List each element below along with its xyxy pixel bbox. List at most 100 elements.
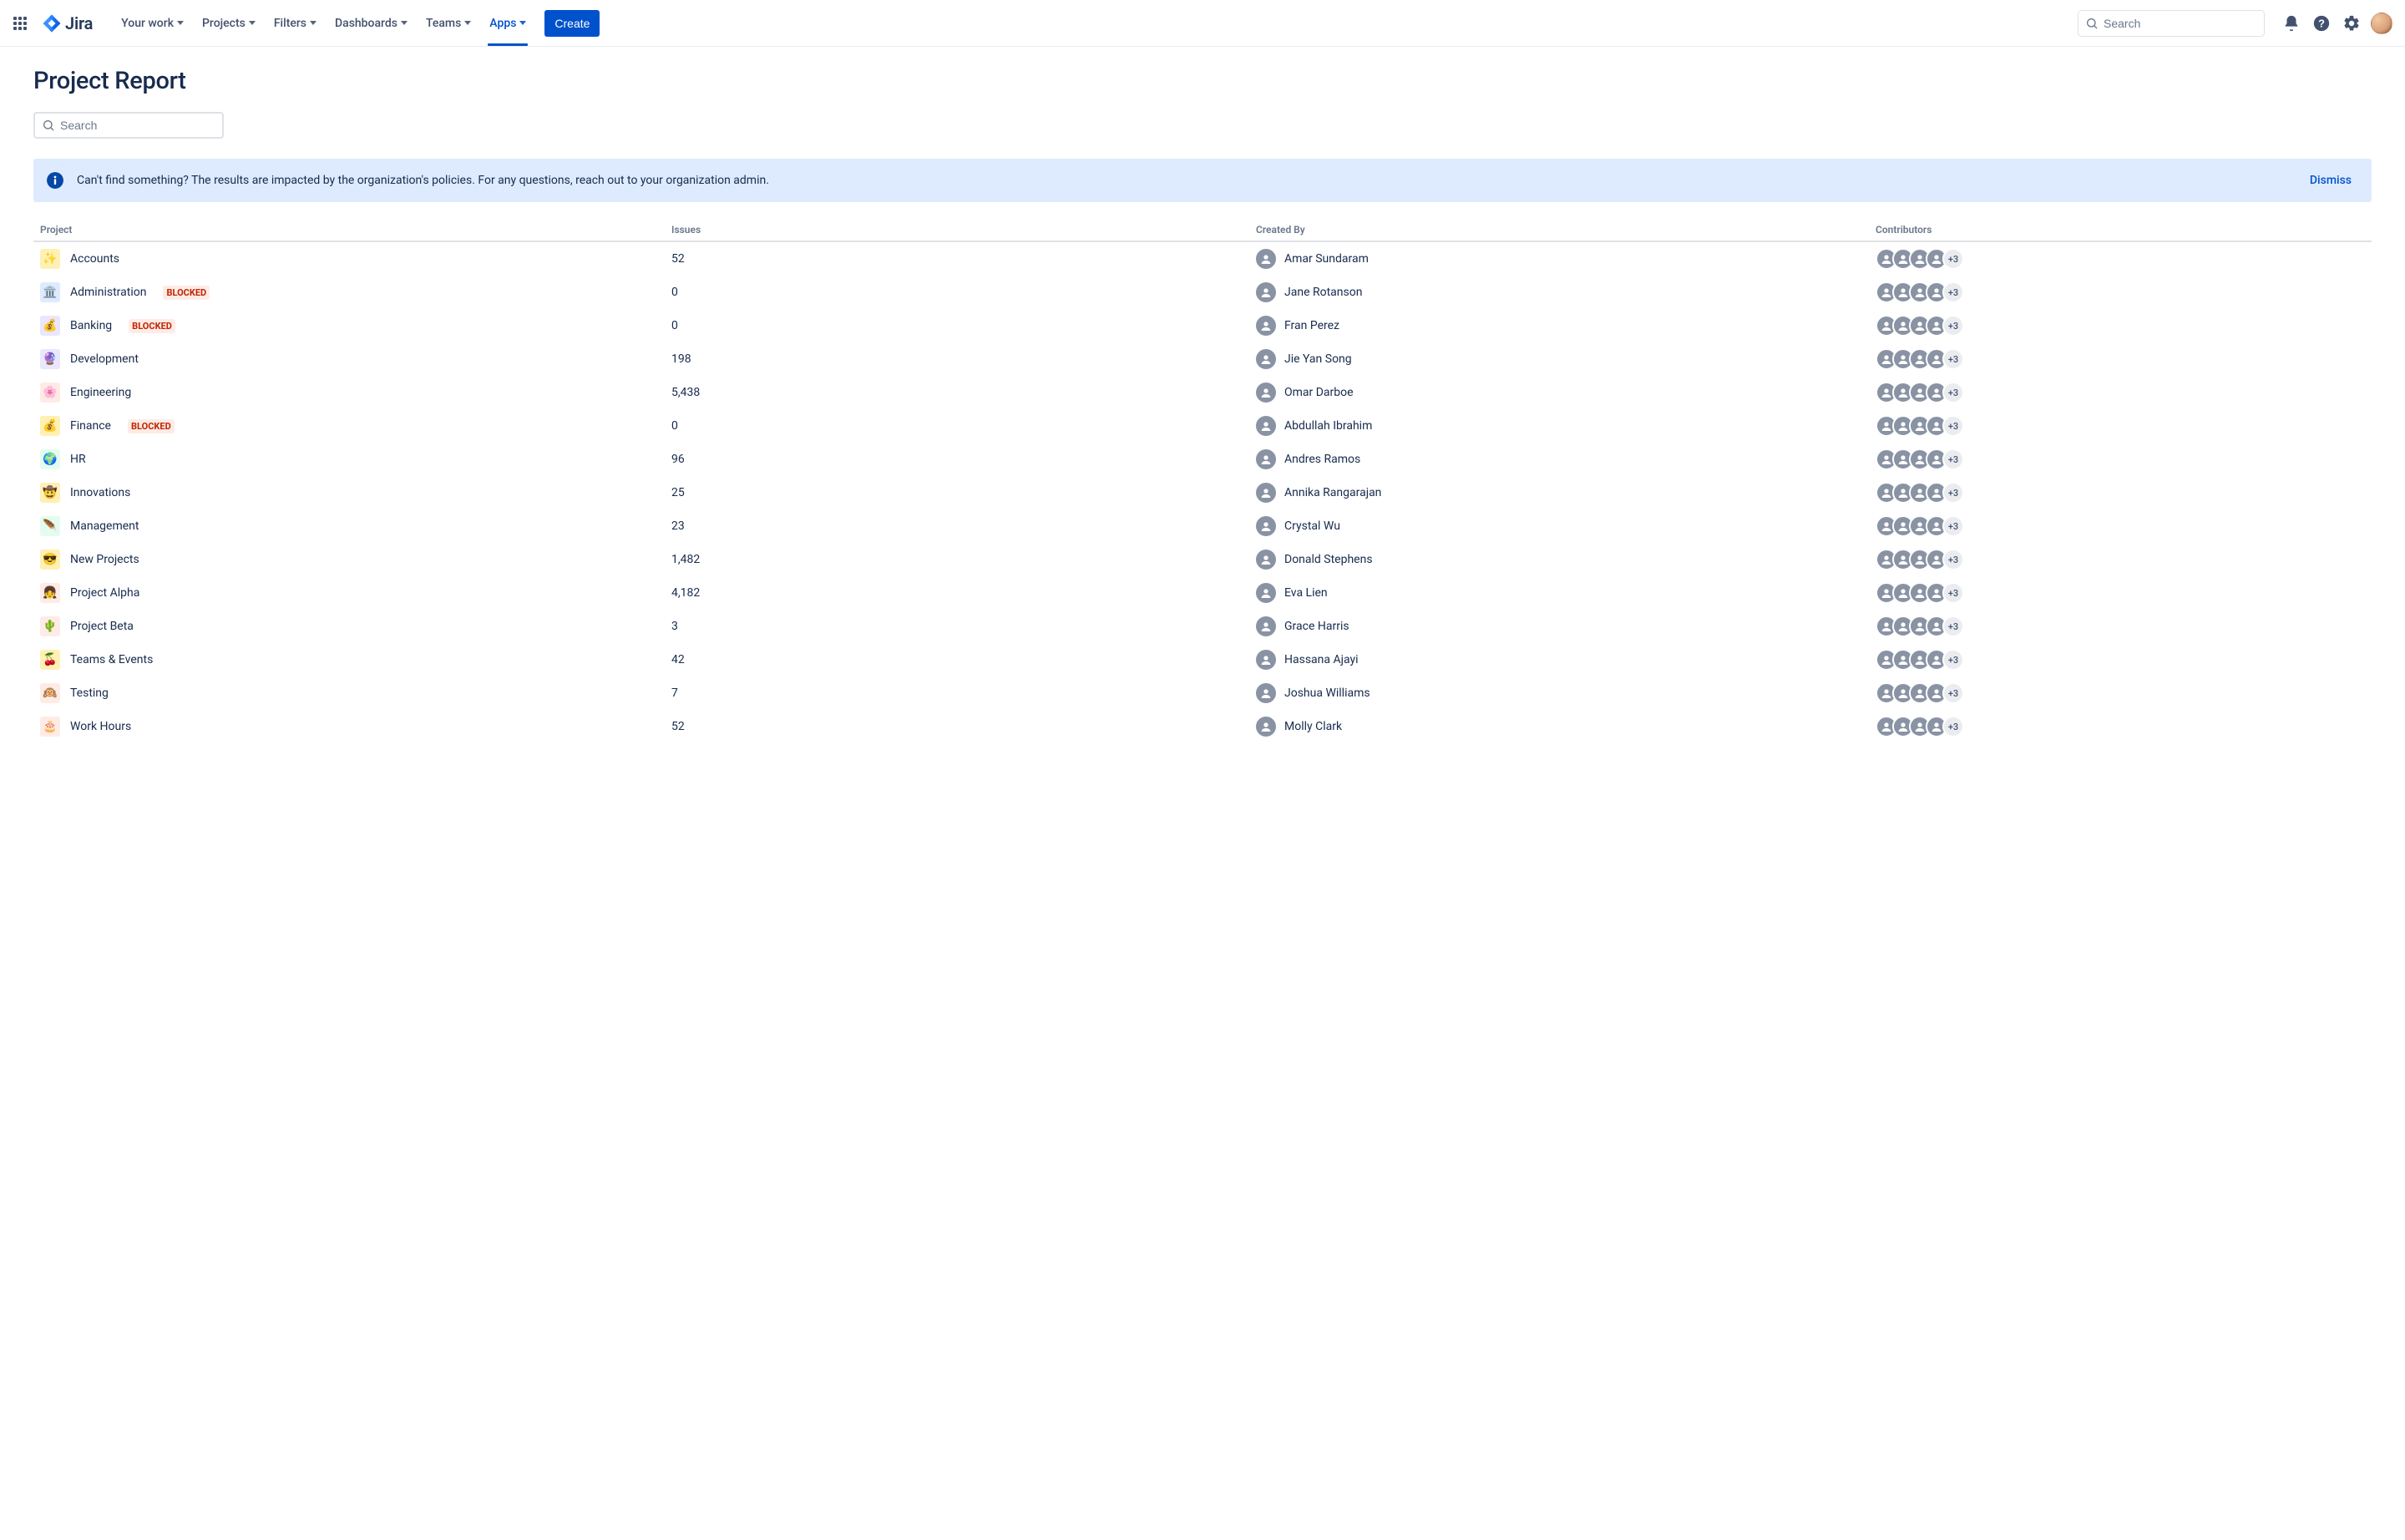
table-row[interactable]: 🤠Innovations25Annika Rangarajan+3 bbox=[33, 476, 2372, 509]
table-row[interactable]: 😎New Projects1,482Donald Stephens+3 bbox=[33, 543, 2372, 576]
table-row[interactable]: 👧Project Alpha4,182Eva Lien+3 bbox=[33, 576, 2372, 610]
creator-avatar bbox=[1256, 249, 1276, 269]
table-row[interactable]: 🌍HR96Andres Ramos+3 bbox=[33, 443, 2372, 476]
chevron-down-icon bbox=[464, 21, 471, 25]
table-row[interactable]: 🙉Testing7Joshua Williams+3 bbox=[33, 676, 2372, 710]
nav-item-projects[interactable]: Projects bbox=[194, 0, 264, 46]
project-name: Engineering bbox=[70, 386, 131, 399]
contributor-more-count[interactable]: +3 bbox=[1942, 415, 1964, 437]
contributor-more-count[interactable]: +3 bbox=[1942, 448, 1964, 470]
profile-button[interactable] bbox=[2368, 10, 2395, 37]
blocked-lozenge: BLOCKED bbox=[129, 319, 175, 333]
contributor-more-count[interactable]: +3 bbox=[1942, 382, 1964, 403]
settings-button[interactable] bbox=[2338, 10, 2365, 37]
contributor-more-count[interactable]: +3 bbox=[1942, 348, 1964, 370]
contributor-more-count[interactable]: +3 bbox=[1942, 682, 1964, 704]
contributor-avatar-stack[interactable]: +3 bbox=[1876, 482, 1964, 504]
contributor-avatar-stack[interactable]: +3 bbox=[1876, 615, 1964, 637]
project-name: Innovations bbox=[70, 486, 130, 499]
project-icon: ✨ bbox=[40, 249, 60, 269]
col-header-created-by[interactable]: Created By bbox=[1249, 219, 1869, 241]
contributor-avatar-stack[interactable]: +3 bbox=[1876, 682, 1964, 704]
jira-logo[interactable]: Jira bbox=[42, 13, 93, 33]
contributor-more-count[interactable]: +3 bbox=[1942, 615, 1964, 637]
project-name: New Projects bbox=[70, 553, 139, 566]
nav-item-teams[interactable]: Teams bbox=[418, 0, 479, 46]
contributor-avatar-stack[interactable]: +3 bbox=[1876, 448, 1964, 470]
table-row[interactable]: 💰BankingBLOCKED0Fran Perez+3 bbox=[33, 309, 2372, 342]
nav-item-filters[interactable]: Filters bbox=[266, 0, 325, 46]
project-icon: 🌍 bbox=[40, 449, 60, 469]
page-search-input[interactable] bbox=[60, 119, 215, 132]
project-icon: 👧 bbox=[40, 583, 60, 603]
search-icon bbox=[2085, 17, 2099, 30]
contributor-avatar-stack[interactable]: +3 bbox=[1876, 716, 1964, 737]
contributor-more-count[interactable]: +3 bbox=[1942, 716, 1964, 737]
info-banner-dismiss[interactable]: Dismiss bbox=[2310, 174, 2352, 187]
help-button[interactable]: ? bbox=[2308, 10, 2335, 37]
contributor-avatar-stack[interactable]: +3 bbox=[1876, 582, 1964, 604]
table-row[interactable]: 🎂Work Hours52Molly Clark+3 bbox=[33, 710, 2372, 743]
creator-name: Omar Darboe bbox=[1284, 386, 1354, 399]
contributor-avatar-stack[interactable]: +3 bbox=[1876, 382, 1964, 403]
issues-count: 0 bbox=[665, 276, 1249, 309]
table-row[interactable]: 🍒Teams & Events42Hassana Ajayi+3 bbox=[33, 643, 2372, 676]
contributor-more-count[interactable]: +3 bbox=[1942, 515, 1964, 537]
table-row[interactable]: 🔮Development198Jie Yan Song+3 bbox=[33, 342, 2372, 376]
contributor-avatar-stack[interactable]: +3 bbox=[1876, 281, 1964, 303]
project-icon: 😎 bbox=[40, 550, 60, 570]
contributor-more-count[interactable]: +3 bbox=[1942, 482, 1964, 504]
nav-item-label: Apps bbox=[489, 17, 516, 30]
nav-utility-icons: ? bbox=[2278, 10, 2395, 37]
issues-count: 52 bbox=[665, 710, 1249, 743]
global-search[interactable] bbox=[2078, 10, 2265, 37]
project-name: Project Alpha bbox=[70, 586, 139, 600]
contributor-more-count[interactable]: +3 bbox=[1942, 649, 1964, 671]
table-row[interactable]: 🏛️AdministrationBLOCKED0Jane Rotanson+3 bbox=[33, 276, 2372, 309]
table-row[interactable]: ✨Accounts52Amar Sundaram+3 bbox=[33, 241, 2372, 276]
primary-nav: Your workProjectsFiltersDashboardsTeams A… bbox=[113, 0, 534, 46]
project-name: Project Beta bbox=[70, 620, 134, 633]
table-row[interactable]: 🌸Engineering5,438Omar Darboe+3 bbox=[33, 376, 2372, 409]
table-row[interactable]: 🪶Management23Crystal Wu+3 bbox=[33, 509, 2372, 543]
contributor-avatar-stack[interactable]: +3 bbox=[1876, 348, 1964, 370]
col-header-issues[interactable]: Issues bbox=[665, 219, 1249, 241]
creator-name: Fran Perez bbox=[1284, 319, 1339, 332]
contributor-avatar-stack[interactable]: +3 bbox=[1876, 415, 1964, 437]
contributor-avatar-stack[interactable]: +3 bbox=[1876, 549, 1964, 570]
contributor-more-count[interactable]: +3 bbox=[1942, 582, 1964, 604]
contributor-more-count[interactable]: +3 bbox=[1942, 549, 1964, 570]
contributor-avatar-stack[interactable]: +3 bbox=[1876, 248, 1964, 270]
contributor-avatar-stack[interactable]: +3 bbox=[1876, 315, 1964, 337]
creator-name: Annika Rangarajan bbox=[1284, 486, 1381, 499]
nav-item-your-work[interactable]: Your work bbox=[113, 0, 192, 46]
contributor-more-count[interactable]: +3 bbox=[1942, 281, 1964, 303]
project-report-table: Project Issues Created By Contributors ✨… bbox=[33, 219, 2372, 743]
creator-avatar bbox=[1256, 583, 1276, 603]
contributor-avatar-stack[interactable]: +3 bbox=[1876, 515, 1964, 537]
col-header-contributors[interactable]: Contributors bbox=[1869, 219, 2372, 241]
creator-name: Crystal Wu bbox=[1284, 519, 1340, 533]
creator-avatar bbox=[1256, 550, 1276, 570]
create-button[interactable]: Create bbox=[544, 10, 600, 37]
page-search[interactable] bbox=[33, 112, 224, 139]
app-switcher-button[interactable] bbox=[7, 10, 33, 37]
creator-avatar bbox=[1256, 316, 1276, 336]
col-header-project[interactable]: Project bbox=[33, 219, 665, 241]
contributor-more-count[interactable]: +3 bbox=[1942, 315, 1964, 337]
project-name: Testing bbox=[70, 686, 109, 700]
nav-item-apps[interactable]: Apps bbox=[481, 0, 534, 46]
issues-count: 198 bbox=[665, 342, 1249, 376]
contributor-avatar-stack[interactable]: +3 bbox=[1876, 649, 1964, 671]
nav-item-dashboards[interactable]: Dashboards bbox=[327, 0, 416, 46]
global-search-input[interactable] bbox=[2104, 17, 2257, 30]
notifications-button[interactable] bbox=[2278, 10, 2305, 37]
issues-count: 1,482 bbox=[665, 543, 1249, 576]
table-row[interactable]: 💰FinanceBLOCKED0Abdullah Ibrahim+3 bbox=[33, 409, 2372, 443]
app-switcher-icon bbox=[13, 17, 27, 30]
creator-name: Hassana Ajayi bbox=[1284, 653, 1359, 666]
chevron-down-icon bbox=[310, 21, 316, 25]
creator-name: Amar Sundaram bbox=[1284, 252, 1369, 266]
table-row[interactable]: 🌵Project Beta3Grace Harris+3 bbox=[33, 610, 2372, 643]
contributor-more-count[interactable]: +3 bbox=[1942, 248, 1964, 270]
